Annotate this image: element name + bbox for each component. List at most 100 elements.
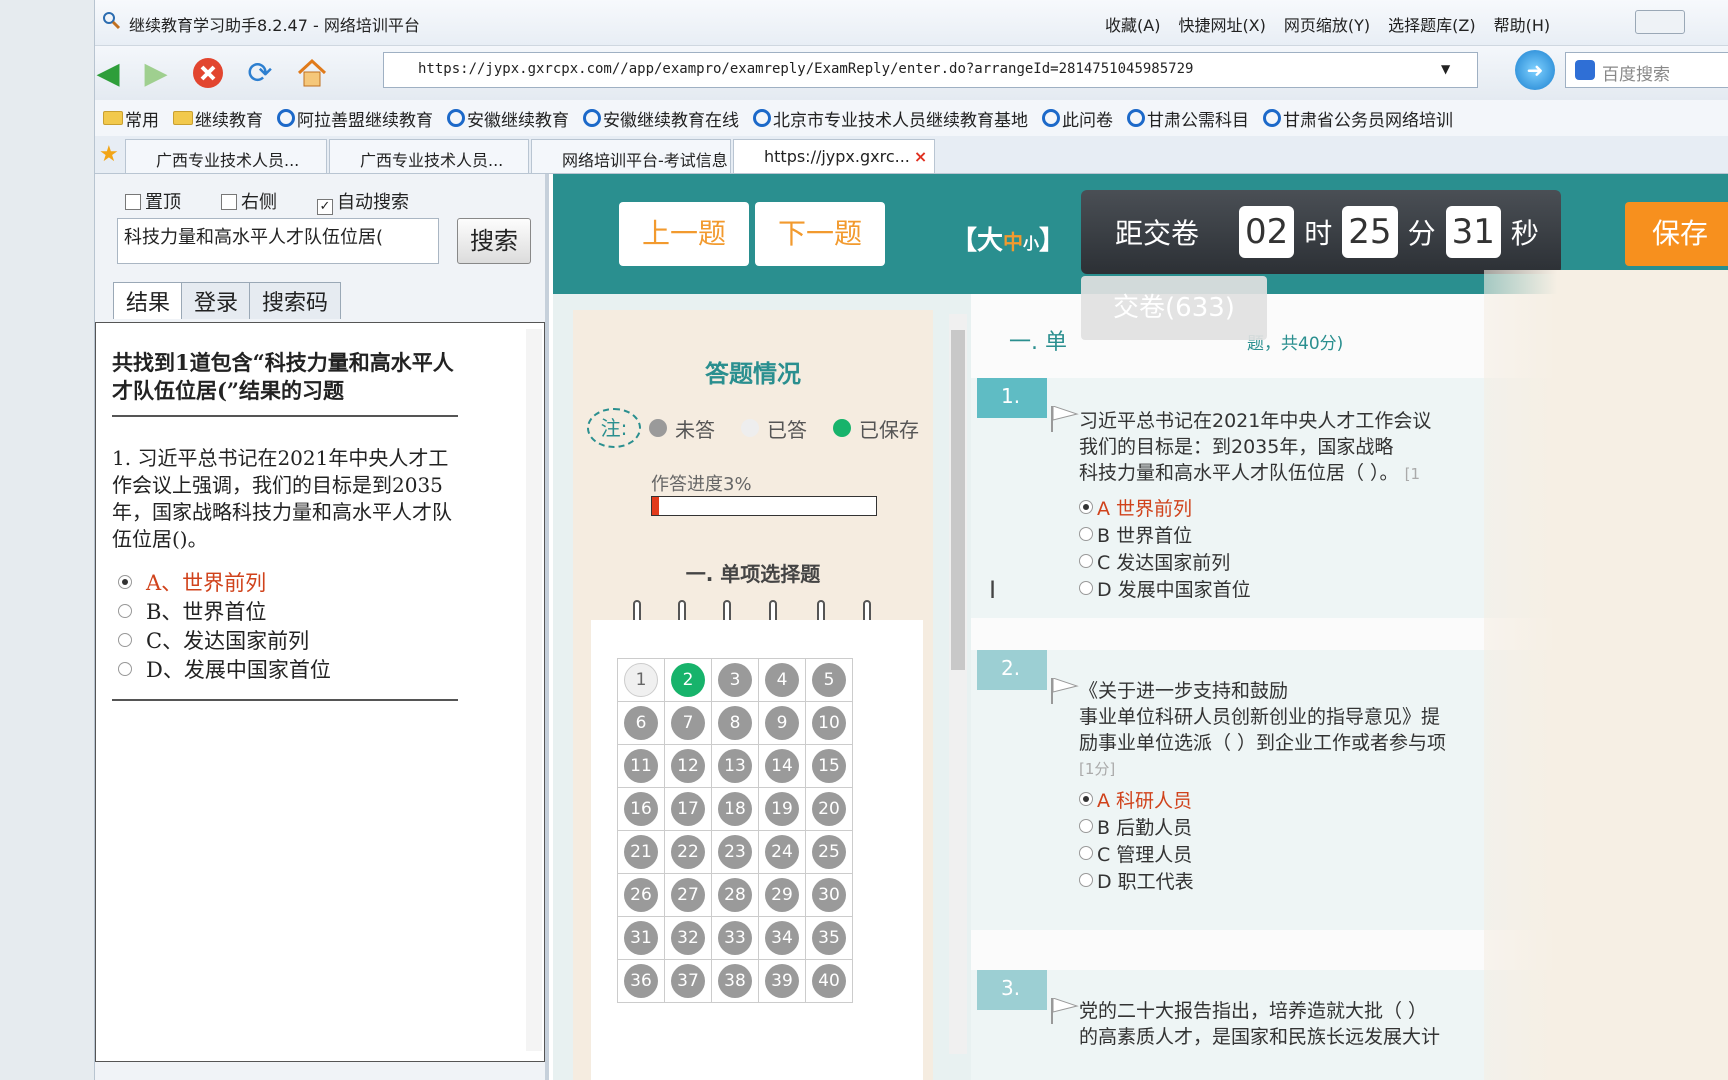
tab-result[interactable]: 结果 — [113, 282, 184, 319]
address-bar[interactable]: https://jypx.gxrcpx.com//app/exampro/exa… — [383, 52, 1478, 88]
question-nav-button[interactable]: 20 — [812, 792, 846, 826]
question-nav-button[interactable]: 32 — [671, 921, 705, 955]
menu-question-bank[interactable]: 选择题库(Z) — [1388, 12, 1475, 36]
search-button[interactable]: 搜索 — [457, 218, 531, 264]
menu-shortcuts[interactable]: 快捷网址(X) — [1178, 12, 1265, 36]
radio[interactable] — [1079, 581, 1093, 595]
radio[interactable] — [1079, 819, 1093, 833]
question-nav-button[interactable]: 23 — [718, 835, 752, 869]
question-nav-button[interactable]: 25 — [812, 835, 846, 869]
question-nav-button[interactable]: 26 — [624, 878, 658, 912]
question-nav-button[interactable]: 19 — [765, 792, 799, 826]
question-nav-button[interactable]: 27 — [671, 878, 705, 912]
refresh-icon[interactable]: ⟳ — [239, 52, 281, 94]
stop-icon[interactable] — [187, 52, 229, 94]
favorite-link[interactable]: 此问卷 — [1042, 106, 1113, 131]
save-button[interactable]: 保存 — [1625, 202, 1728, 266]
question-nav-button[interactable]: 14 — [765, 749, 799, 783]
question-nav-button[interactable]: 40 — [812, 964, 846, 998]
size-large[interactable]: 大 — [977, 226, 1003, 256]
question-nav-button[interactable]: 38 — [718, 964, 752, 998]
radio-selected[interactable] — [1079, 792, 1093, 806]
answer-option[interactable]: B 后勤人员 — [1079, 815, 1194, 842]
question-nav-button[interactable]: 39 — [765, 964, 799, 998]
answer-option[interactable]: A 科研人员 — [1079, 788, 1194, 815]
favorite-link[interactable]: 阿拉善盟继续教育 — [277, 106, 433, 131]
question-nav-button[interactable]: 28 — [718, 878, 752, 912]
radio[interactable] — [1079, 527, 1093, 541]
question-nav-button[interactable]: 8 — [718, 706, 752, 740]
menu-favorites[interactable]: 收藏(A) — [1105, 12, 1160, 36]
question-nav-button[interactable]: 30 — [812, 878, 846, 912]
forward-arrow-icon[interactable]: ▶ — [135, 52, 177, 94]
tab-login[interactable]: 登录 — [181, 282, 252, 319]
favorite-link[interactable]: 甘肃公需科目 — [1127, 106, 1249, 131]
question-nav-button[interactable]: 16 — [624, 792, 658, 826]
checkbox[interactable] — [125, 194, 141, 210]
question-nav-button[interactable]: 15 — [812, 749, 846, 783]
question-nav-button[interactable]: 17 — [671, 792, 705, 826]
question-nav-button[interactable]: 7 — [671, 706, 705, 740]
radio[interactable] — [1079, 846, 1093, 860]
checkbox[interactable] — [221, 194, 237, 210]
question-nav-button[interactable]: 21 — [624, 835, 658, 869]
question-nav-button[interactable]: 37 — [671, 964, 705, 998]
favorite-link[interactable]: 安徽继续教育在线 — [583, 106, 739, 131]
question-nav-button[interactable]: 11 — [624, 749, 658, 783]
question-nav-button[interactable]: 5 — [812, 663, 846, 697]
question-nav-button[interactable]: 31 — [624, 921, 658, 955]
question-nav-button[interactable]: 36 — [624, 964, 658, 998]
question-nav-button[interactable]: 18 — [718, 792, 752, 826]
question-nav-button[interactable]: 4 — [765, 663, 799, 697]
question-nav-button[interactable]: 9 — [765, 706, 799, 740]
scrollbar-thumb[interactable] — [951, 330, 965, 670]
question-nav-button[interactable]: 6 — [624, 706, 658, 740]
question-nav-button[interactable]: 13 — [718, 749, 752, 783]
size-small[interactable]: 小 — [1023, 234, 1039, 253]
minimize-button[interactable] — [1635, 10, 1685, 34]
prev-question-button[interactable]: 上一题 — [619, 202, 749, 266]
favorite-continuing-education[interactable]: 继续教育 — [173, 106, 263, 131]
radio[interactable] — [1079, 554, 1093, 568]
flag-icon[interactable] — [1051, 997, 1079, 1024]
question-nav-button[interactable]: 33 — [718, 921, 752, 955]
answer-option[interactable]: D 发展中国家首位 — [1079, 577, 1251, 604]
question-nav-button[interactable]: 24 — [765, 835, 799, 869]
option-right-side[interactable]: 右侧 — [221, 188, 277, 215]
flag-icon[interactable] — [1051, 677, 1079, 704]
favorite-link[interactable]: 安徽继续教育 — [447, 106, 569, 131]
browser-tab[interactable]: 网络培训平台-考试信息 — [531, 139, 731, 173]
checkbox-checked[interactable]: ✓ — [317, 199, 333, 215]
favorite-link[interactable]: 北京市专业技术人员继续教育基地 — [753, 106, 1028, 131]
size-medium[interactable]: 中 — [1003, 230, 1023, 254]
answer-option[interactable]: D 职工代表 — [1079, 869, 1194, 896]
question-nav-button[interactable]: 22 — [671, 835, 705, 869]
answer-option[interactable]: A 世界前列 — [1079, 496, 1251, 523]
flag-icon[interactable] — [1051, 405, 1079, 432]
query-input[interactable]: 科技力量和高水平人才队伍位居( — [117, 218, 439, 264]
go-arrow-icon[interactable]: ➜ — [1515, 50, 1555, 90]
question-nav-button[interactable]: 3 — [718, 663, 752, 697]
question-nav-button[interactable]: 12 — [671, 749, 705, 783]
question-nav-button[interactable]: 29 — [765, 878, 799, 912]
browser-tab[interactable]: 广西专业技术人员... — [125, 139, 327, 173]
option-auto-search[interactable]: ✓ 自动搜索 — [317, 188, 409, 215]
menu-zoom[interactable]: 网页缩放(Y) — [1284, 12, 1370, 36]
star-favorites-icon[interactable]: ★ — [99, 142, 119, 167]
answer-option[interactable]: C 发达国家前列 — [1079, 550, 1251, 577]
question-nav-button[interactable]: 2 — [671, 663, 705, 697]
status-scrollbar[interactable] — [949, 314, 967, 1054]
address-dropdown-icon[interactable]: ▼ — [1441, 62, 1450, 76]
browser-tab-active[interactable]: https://jypx.gxrc... × — [733, 139, 935, 173]
answer-option[interactable]: C 管理人员 — [1079, 842, 1194, 869]
option-pin-top[interactable]: 置顶 — [125, 188, 181, 215]
radio-selected[interactable] — [1079, 500, 1093, 514]
submit-exam-button[interactable]: 交卷(633) — [1081, 276, 1267, 340]
menu-help[interactable]: 帮助(H) — [1494, 12, 1551, 36]
favorite-common[interactable]: 常用 — [103, 106, 159, 131]
tab-close-icon[interactable]: × — [914, 147, 927, 166]
next-question-button[interactable]: 下一题 — [755, 202, 885, 266]
question-nav-button[interactable]: 35 — [812, 921, 846, 955]
home-icon[interactable] — [291, 52, 333, 94]
radio[interactable] — [1079, 873, 1093, 887]
